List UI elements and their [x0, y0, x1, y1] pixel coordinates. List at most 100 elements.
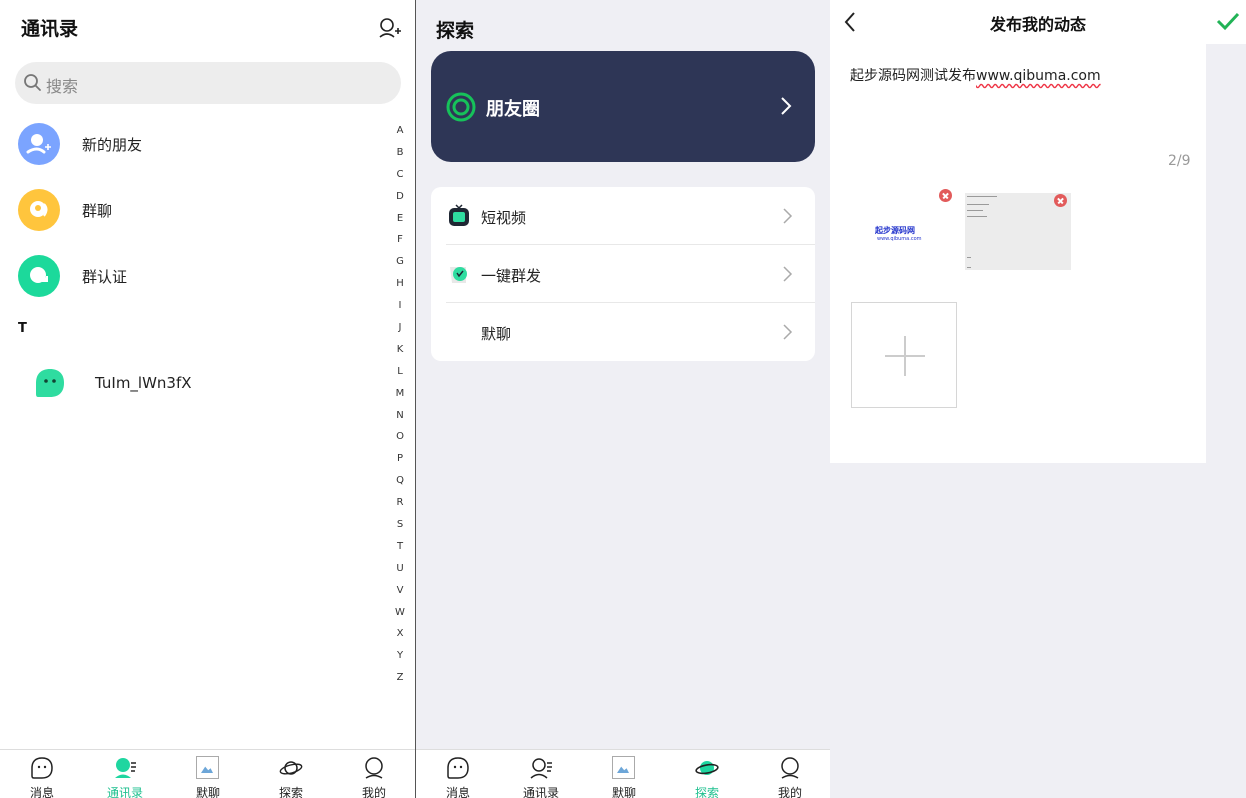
tab-me[interactable]: 我的: [760, 750, 820, 798]
index-letter[interactable]: U: [392, 558, 408, 580]
index-letter[interactable]: D: [392, 186, 408, 208]
thumbnail-logo-text: 起步源码网: [875, 226, 915, 235]
compose-area[interactable]: 起步源码网测试发布www.qibuma.com 2/9 起步源码网 www.qi…: [830, 44, 1206, 463]
chevron-right-icon: [783, 266, 793, 282]
index-letter[interactable]: A: [392, 120, 408, 142]
index-letter[interactable]: M: [392, 383, 408, 405]
index-letter[interactable]: F: [392, 229, 408, 251]
menu-item-silent-chat[interactable]: 默聊: [431, 303, 815, 361]
entry-label: 新的朋友: [82, 136, 143, 154]
index-letter[interactable]: E: [392, 208, 408, 230]
add-image-button[interactable]: [851, 302, 957, 408]
search-input[interactable]: 搜索: [15, 62, 401, 104]
section-header: T: [18, 321, 27, 336]
contacts-icon: [530, 758, 552, 779]
index-letter[interactable]: Y: [392, 645, 408, 667]
index-letter[interactable]: O: [392, 426, 408, 448]
index-letter[interactable]: B: [392, 142, 408, 164]
tab-contacts[interactable]: 通讯录: [511, 750, 571, 798]
index-letter[interactable]: C: [392, 164, 408, 186]
contacts-panel: 通讯录 搜索 新的朋友 群聊 群认证 T TuIm_lWn3fX ABCD E …: [0, 0, 415, 798]
index-letter[interactable]: X: [392, 623, 408, 645]
search-icon: [24, 74, 41, 91]
remove-image-icon[interactable]: [1054, 194, 1067, 207]
thumbnail-logo-subtext: www.qibuma.com: [877, 236, 922, 242]
tab-label: 消息: [29, 786, 54, 798]
index-letter[interactable]: G: [392, 251, 408, 273]
entry-label: 群聊: [82, 202, 113, 220]
post-text-input[interactable]: 起步源码网测试发布www.qibuma.com: [850, 65, 1101, 85]
publish-header: 发布我的动态: [830, 0, 1246, 44]
index-letter[interactable]: K: [392, 339, 408, 361]
group-verify-icon: [18, 255, 60, 297]
tab-label: 消息: [445, 786, 470, 798]
index-letter[interactable]: N: [392, 405, 408, 427]
menu-item-broadcast[interactable]: 一键群发: [431, 245, 815, 303]
tab-label: 默聊: [195, 786, 220, 798]
image-placeholder-icon: [196, 756, 219, 779]
menu-item-short-video[interactable]: 短视频: [431, 187, 815, 245]
tab-contacts[interactable]: 通讯录: [95, 750, 155, 798]
tab-label: 我的: [361, 786, 386, 798]
menu-label: 默聊: [481, 325, 512, 343]
discover-menu: 短视频 一键群发 默聊: [431, 187, 815, 361]
broadcast-icon: [450, 267, 467, 283]
index-letter[interactable]: S: [392, 514, 408, 536]
new-friends-entry[interactable]: 新的朋友: [0, 115, 390, 175]
add-friend-icon[interactable]: [378, 17, 402, 39]
index-letter[interactable]: L: [392, 361, 408, 383]
tab-silent-chat[interactable]: 默聊: [594, 750, 654, 798]
chevron-right-icon: [783, 208, 793, 224]
group-chat-entry[interactable]: 群聊: [0, 181, 390, 241]
tab-label: 探索: [694, 786, 719, 798]
tab-messages[interactable]: 消息: [428, 750, 488, 798]
moments-label: 朋友圈: [486, 99, 540, 120]
index-letter[interactable]: Z: [392, 667, 408, 689]
contact-avatar-icon[interactable]: [35, 368, 65, 398]
index-letter[interactable]: T: [392, 536, 408, 558]
tab-label: 我的: [777, 786, 802, 798]
index-letter[interactable]: I: [392, 295, 408, 317]
index-letter[interactable]: W: [392, 602, 408, 624]
group-verify-entry[interactable]: 群认证: [0, 247, 390, 307]
index-letter[interactable]: P: [392, 448, 408, 470]
tab-messages[interactable]: 消息: [12, 750, 72, 798]
entry-label: 群认证: [82, 268, 128, 286]
tab-silent-chat[interactable]: 默聊: [178, 750, 238, 798]
publish-panel: 发布我的动态 起步源码网测试发布www.qibuma.com 2/9 起步源码网…: [830, 0, 1246, 798]
bottom-tab-bar: 消息 通讯录 默聊 探索 我的: [416, 749, 830, 798]
search-placeholder: 搜索: [46, 77, 79, 96]
image-placeholder-icon: [612, 756, 635, 779]
profile-icon: [365, 757, 383, 779]
message-icon: [31, 757, 53, 779]
bottom-tab-bar: 消息 通讯录 默聊 探索 我的: [0, 749, 415, 798]
contacts-icon: [115, 758, 136, 778]
post-text: 起步源码网测试发布: [850, 68, 976, 84]
index-letter[interactable]: J: [392, 317, 408, 339]
page-title: 发布我的动态: [989, 15, 1086, 34]
index-letter[interactable]: Q: [392, 470, 408, 492]
index-letter[interactable]: V: [392, 580, 408, 602]
confirm-check-icon[interactable]: [1216, 10, 1240, 32]
tab-discover[interactable]: 探索: [261, 750, 321, 798]
page-title: 通讯录: [21, 18, 79, 40]
tab-label: 默聊: [611, 786, 636, 798]
tab-me[interactable]: 我的: [344, 750, 404, 798]
contact-name[interactable]: TuIm_lWn3fX: [95, 374, 192, 392]
remove-image-icon[interactable]: [939, 189, 952, 202]
image-thumbnail[interactable]: [965, 189, 1071, 275]
profile-icon: [781, 757, 799, 779]
tab-discover[interactable]: 探索: [677, 750, 737, 798]
image-thumbnail[interactable]: 起步源码网 www.qibuma.com: [850, 189, 956, 275]
tv-icon: [449, 204, 469, 226]
message-icon: [447, 757, 469, 779]
planet-icon: [279, 761, 303, 775]
chevron-right-icon: [781, 97, 792, 115]
index-letter[interactable]: H: [392, 273, 408, 295]
planet-icon: [695, 761, 719, 775]
page-title: 探索: [436, 20, 475, 42]
moments-entry[interactable]: 朋友圈: [431, 51, 815, 162]
alphabet-index[interactable]: ABCDEFGHIJKLMNOPQRSTUVWXYZ: [392, 120, 408, 689]
group-chat-icon: [18, 189, 60, 231]
index-letter[interactable]: R: [392, 492, 408, 514]
